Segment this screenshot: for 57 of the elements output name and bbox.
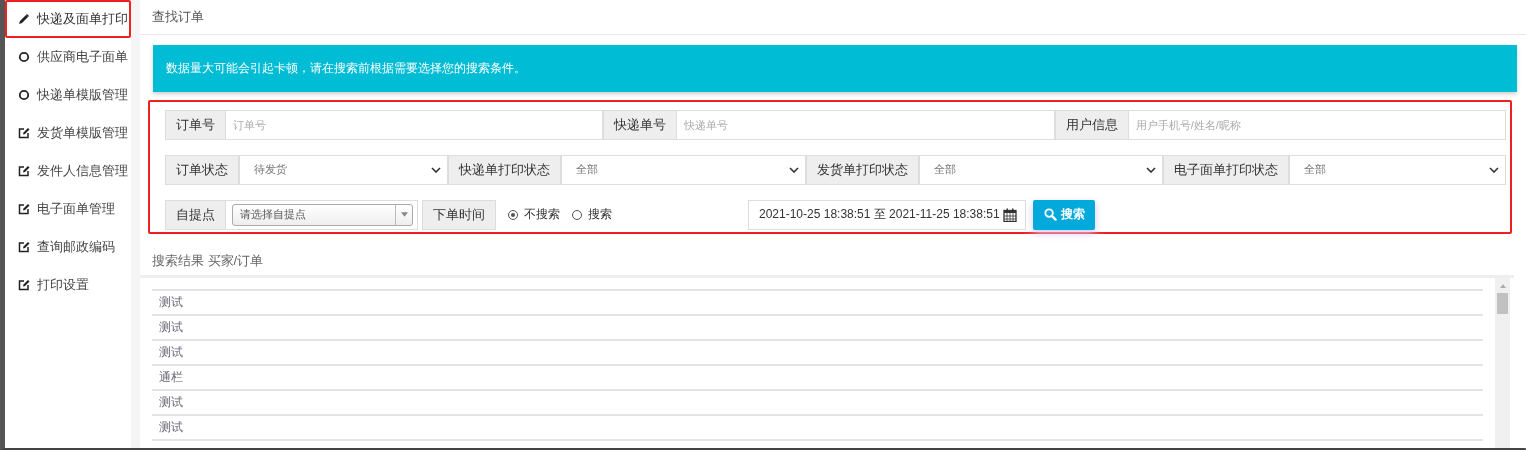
- table-cell: 测试: [159, 344, 183, 361]
- select-field[interactable]: 全部: [561, 154, 806, 185]
- menu-item[interactable]: 供应商电子面单: [5, 38, 131, 76]
- scroll-up-icon[interactable]: [1499, 284, 1506, 288]
- table-cell: 测试: [159, 394, 183, 411]
- table-cell: 通栏: [159, 369, 183, 386]
- circle-icon: [18, 51, 30, 63]
- chevron-down-icon: [1489, 166, 1499, 173]
- circle-icon: [18, 89, 30, 101]
- menu-item[interactable]: 快递单模版管理: [5, 76, 131, 114]
- field-label: 订单号: [165, 109, 226, 140]
- radio-label: 不搜索: [524, 206, 560, 224]
- scrollbar-thumb[interactable]: [1497, 293, 1508, 314]
- menu-item[interactable]: 发货单模版管理: [5, 114, 131, 152]
- date-range-field[interactable]: 2021-10-25 18:38:51 至 2021-11-25 18:38:51: [748, 199, 1026, 230]
- edit-icon: [18, 241, 30, 253]
- edit-icon: [18, 203, 30, 215]
- menu-item[interactable]: 打印设置: [5, 266, 131, 304]
- table-cell: 测试: [159, 419, 183, 436]
- select-field[interactable]: 待发货: [239, 154, 448, 185]
- text-field[interactable]: 快递单号: [677, 109, 1055, 140]
- caret-icon: [400, 212, 408, 218]
- field-label: 发货单打印状态: [806, 154, 919, 185]
- field-label: 电子面单打印状态: [1163, 154, 1289, 185]
- menu-item[interactable]: 查询邮政编码: [5, 228, 131, 266]
- chevron-down-icon: [789, 166, 799, 173]
- field-label: 用户信息: [1054, 109, 1129, 140]
- radio-option[interactable]: 不搜索: [508, 206, 560, 224]
- panel-title: 查找订单: [140, 0, 1526, 35]
- select-field[interactable]: 全部: [919, 154, 1163, 185]
- chevron-down-icon: [431, 166, 441, 173]
- radio-label: 搜索: [588, 206, 612, 224]
- field-label: 订单状态: [165, 154, 239, 185]
- text-field[interactable]: 用户手机号/姓名/昵称: [1128, 109, 1506, 140]
- field-label: 自提点: [165, 199, 226, 230]
- results-title: 搜索结果 买家/订单: [140, 251, 1514, 278]
- table-cell: 测试: [159, 319, 183, 336]
- field-label: 快递单打印状态: [448, 154, 561, 185]
- menu-item[interactable]: 发件人信息管理: [5, 152, 131, 190]
- pencil-icon: [18, 13, 30, 25]
- field-label: 下单时间: [422, 199, 496, 230]
- chevron-down-icon: [1146, 166, 1156, 173]
- radio-option[interactable]: 搜索: [572, 206, 612, 224]
- menu-item[interactable]: 电子面单管理: [5, 190, 131, 228]
- edit-icon: [18, 279, 30, 291]
- alert-text: 数据量大可能会引起卡顿，请在搜索前根据需要选择您的搜索条件。: [166, 59, 526, 77]
- table-cell: 测试: [159, 294, 183, 311]
- calendar-icon: [1002, 207, 1017, 222]
- text-field[interactable]: 订单号: [226, 109, 604, 140]
- dropdown-field[interactable]: 请选择自提点: [232, 203, 413, 226]
- edit-icon: [18, 127, 30, 139]
- menu-item[interactable]: 快递及面单打印: [5, 0, 131, 38]
- field-label: 快递单号: [603, 109, 678, 140]
- search-icon: [1043, 208, 1057, 222]
- scrollbar[interactable]: [1495, 278, 1510, 448]
- select-field[interactable]: 全部: [1289, 154, 1506, 185]
- edit-icon: [18, 165, 30, 177]
